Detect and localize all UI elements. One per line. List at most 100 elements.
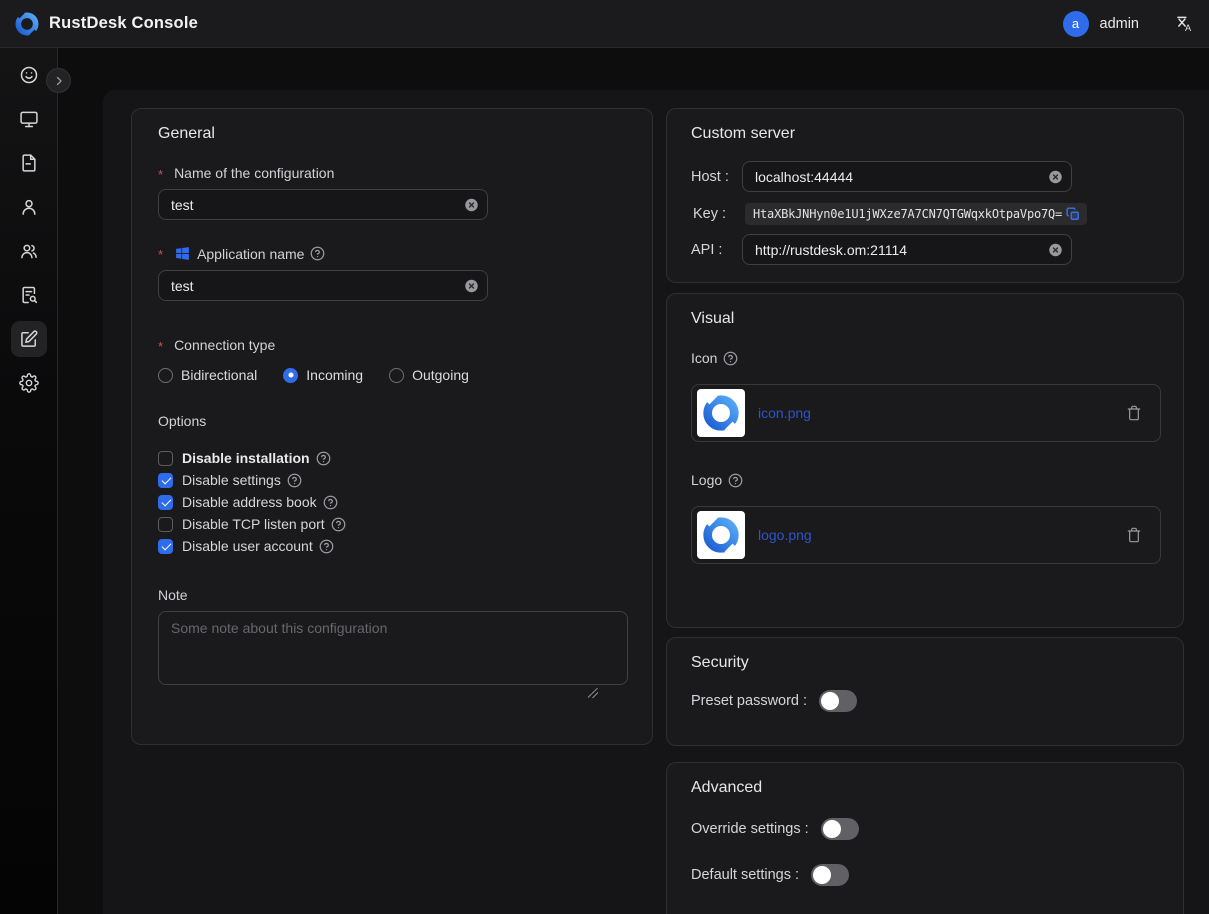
checkbox-icon [158,539,173,554]
override-settings-row: Override settings : [691,818,1159,840]
document-search-icon [19,285,39,305]
chevron-right-icon [53,75,65,87]
checkbox-disable-user-account[interactable]: Disable user account [158,535,626,557]
brand: RustDesk Console [14,11,198,37]
username[interactable]: admin [1100,16,1140,32]
help-icon[interactable] [287,473,302,488]
host-field [742,161,1072,192]
trash-icon[interactable] [1126,405,1142,421]
security-title: Security [691,654,1159,672]
security-card: Security Preset password : [666,637,1184,746]
default-settings-label: Default settings : [691,867,799,883]
radio-bidirectional[interactable]: Bidirectional [158,367,257,383]
trash-icon[interactable] [1126,527,1142,543]
logo-thumbnail [697,511,745,559]
checkbox-disable-address-book[interactable]: Disable address book [158,491,626,513]
clear-icon[interactable] [464,197,479,212]
radio-icon [389,368,404,383]
sidebar-expand-button[interactable] [46,68,71,93]
sidebar-item-groups[interactable] [11,233,47,269]
general-card: General Name of the configuration [131,108,653,745]
key-row: Key : HtaXBkJNHyn0e1U1jWXze7A7CN7QTGWqxk… [691,203,1159,225]
translate-icon[interactable]: A [1174,13,1195,34]
api-input[interactable] [742,234,1072,265]
icon-file-link[interactable]: icon.png [758,405,811,421]
checkbox-disable-installation[interactable]: Disable installation [158,447,626,469]
config-name-label: Name of the configuration [158,165,626,181]
options-group: Disable installation Disable settings [158,447,626,557]
smiley-icon [19,65,39,85]
key-label: Key : [693,206,744,222]
preset-password-toggle[interactable] [819,690,857,712]
advanced-title: Advanced [691,779,1159,797]
monitor-icon [19,109,39,129]
windows-logo-icon [174,245,191,262]
clear-icon[interactable] [1048,242,1063,257]
key-value-chip: HtaXBkJNHyn0e1U1jWXze7A7CN7QTGWqxkOtpaVp… [745,203,1087,225]
api-field [742,234,1072,265]
help-icon[interactable] [319,539,334,554]
help-icon[interactable] [316,451,331,466]
clear-icon[interactable] [464,278,479,293]
app-title: RustDesk Console [49,14,198,33]
checkbox-disable-tcp-listen-port[interactable]: Disable TCP listen port [158,513,626,535]
sidebar-item-settings[interactable] [11,365,47,401]
default-settings-toggle[interactable] [811,864,849,886]
help-icon[interactable] [331,517,346,532]
logo-upload-box: logo.png [691,506,1161,564]
default-settings-row: Default settings : [691,864,1159,886]
radio-icon [158,368,173,383]
user-avatar[interactable]: a [1063,11,1089,37]
content-area: General Name of the configuration [0,48,1209,914]
checkbox-icon [158,451,173,466]
config-name-field [158,189,488,220]
note-label: Note [158,587,626,603]
sidebar-item-audit[interactable] [11,277,47,313]
visual-card: Visual Icon [666,293,1184,628]
override-settings-toggle[interactable] [821,818,859,840]
connection-type-group: Bidirectional Incoming Outgoing [158,367,626,383]
config-name-input[interactable] [158,189,488,220]
sidebar-item-devices[interactable] [11,101,47,137]
override-settings-label: Override settings : [691,821,809,837]
logo-label: Logo [691,472,1159,488]
document-icon [19,153,39,173]
sidebar-item-dashboard[interactable] [11,57,47,93]
sidebar-item-custom-clients[interactable] [11,321,47,357]
radio-incoming[interactable]: Incoming [283,367,363,383]
radio-outgoing[interactable]: Outgoing [389,367,469,383]
checkbox-disable-settings[interactable]: Disable settings [158,469,626,491]
icon-thumbnail [697,389,745,437]
user-icon [19,197,39,217]
host-row: Host : [691,161,1159,192]
help-icon[interactable] [723,351,738,366]
sidebar-item-users[interactable] [11,189,47,225]
connection-type-label: Connection type [158,337,626,353]
svg-text:A: A [1185,23,1192,33]
checkbox-icon [158,495,173,510]
app-name-input[interactable] [158,270,488,301]
clear-icon[interactable] [1048,169,1063,184]
sidebar-item-logs[interactable] [11,145,47,181]
radio-icon [283,368,298,383]
logo-file-link[interactable]: logo.png [758,527,812,543]
host-label: Host : [691,169,742,185]
custom-server-card: Custom server Host : Key : HtaXBkJNHyn0e… [666,108,1184,283]
copy-icon[interactable] [1066,207,1080,221]
sidebar [0,48,58,914]
help-icon[interactable] [728,473,743,488]
app-name-label: Application name [158,245,626,262]
app-name-field [158,270,488,301]
note-textarea[interactable] [158,611,628,685]
help-icon[interactable] [323,495,338,510]
edit-icon [19,329,39,349]
key-value: HtaXBkJNHyn0e1U1jWXze7A7CN7QTGWqxkOtpaVp… [753,207,1062,221]
visual-title: Visual [691,310,1159,328]
host-input[interactable] [742,161,1072,192]
general-title: General [158,125,626,143]
help-icon[interactable] [310,246,325,261]
preset-password-label: Preset password : [691,693,807,709]
textarea-resize-handle[interactable] [588,688,598,698]
preset-password-row: Preset password : [691,690,1159,712]
custom-server-title: Custom server [691,125,1159,143]
